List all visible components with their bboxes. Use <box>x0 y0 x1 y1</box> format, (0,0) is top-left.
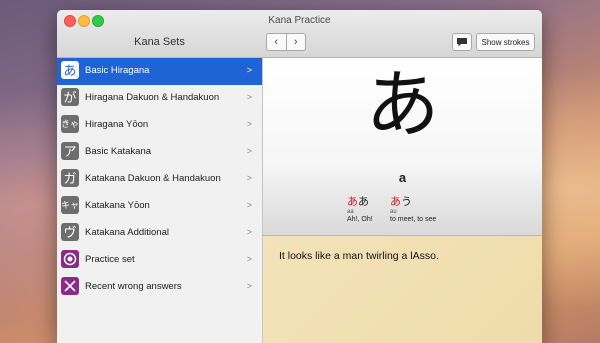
chevron-right-icon: > <box>246 200 252 210</box>
sidebar-item-katakana-yoon[interactable]: キャ Katakana Yōon > <box>57 193 262 220</box>
chevron-right-icon: > <box>246 254 252 264</box>
speak-button[interactable] <box>452 33 472 51</box>
hiragana-ga-icon: が <box>61 88 79 106</box>
sidebar-item-label: Recent wrong answers <box>85 281 182 292</box>
example-kana-rest: う <box>401 196 412 208</box>
mnemonic-text: It looks like a man twirling a lAsso. <box>279 250 439 262</box>
app-window: Kana Practice Kana Sets ‹ › Show strokes… <box>57 10 542 343</box>
chevron-right-icon: > <box>246 65 252 75</box>
forward-button[interactable]: › <box>285 34 306 50</box>
chevron-right-icon: > <box>246 173 252 183</box>
sidebar-item-basic-katakana[interactable]: ア Basic Katakana > <box>57 139 262 166</box>
chevron-right-icon: > <box>246 92 252 102</box>
target-icon <box>61 250 79 268</box>
kana-sets-sidebar: あ Basic Hiragana > が Hiragana Dakuon & H… <box>57 58 263 343</box>
mnemonic-note: It looks like a man twirling a lAsso. <box>263 236 542 343</box>
example-romaji: au <box>390 209 397 215</box>
sidebar-item-label: Basic Hiragana <box>85 65 150 76</box>
sidebar-title: Kana Sets <box>134 36 185 48</box>
sidebar-item-recent-wrong-answers[interactable]: Recent wrong answers > <box>57 274 262 301</box>
sidebar-item-label: Hiragana Dakuon & Handakuon <box>85 92 220 103</box>
katakana-vu-icon: ヴ <box>61 223 79 241</box>
chevron-right-icon: > <box>246 146 252 156</box>
example-kana: あう <box>390 193 436 209</box>
hiragana-kya-icon: きゃ <box>61 115 79 133</box>
chevron-right-icon: > <box>246 281 252 291</box>
example-kana-highlight: あ <box>390 196 401 208</box>
titlebar: Kana Practice Kana Sets ‹ › Show strokes <box>57 10 542 58</box>
chevron-right-icon: > <box>246 119 252 129</box>
hiragana-a-icon: あ <box>61 61 79 79</box>
window-title: Kana Practice <box>268 15 331 26</box>
katakana-kya-icon: キャ <box>61 196 79 214</box>
kana-character: あ <box>365 63 440 146</box>
example-kana-rest: あ <box>358 196 369 208</box>
example-kana-highlight: あ <box>347 196 358 208</box>
show-strokes-button[interactable]: Show strokes <box>476 33 535 51</box>
navigation-buttons: ‹ › <box>266 33 306 51</box>
sidebar-item-label: Katakana Additional <box>85 227 169 238</box>
back-button[interactable]: ‹ <box>267 34 286 50</box>
sidebar-item-label: Practice set <box>85 254 135 265</box>
example-romaji: aa <box>347 209 354 215</box>
kana-card: あ a ああ aa Ah!, Oh! あう au to meet, to see <box>263 58 542 236</box>
sidebar-item-katakana-additional[interactable]: ヴ Katakana Additional > <box>57 220 262 247</box>
sidebar-item-hiragana-dakuon[interactable]: が Hiragana Dakuon & Handakuon > <box>57 85 262 112</box>
chevron-right-icon: > <box>246 227 252 237</box>
example-meaning: Ah!, Oh! <box>347 216 373 223</box>
katakana-ga-icon: ガ <box>61 169 79 187</box>
sidebar-item-practice-set[interactable]: Practice set > <box>57 247 262 274</box>
katakana-a-icon: ア <box>61 142 79 160</box>
sidebar-item-katakana-dakuon[interactable]: ガ Katakana Dakuon & Handakuon > <box>57 166 262 193</box>
example-word: あう au to meet, to see <box>390 193 436 223</box>
sidebar-item-label: Hiragana Yōon <box>85 119 149 130</box>
kana-romaji: a <box>398 170 407 185</box>
sidebar-item-label: Katakana Yōon <box>85 200 150 211</box>
sidebar-item-label: Katakana Dakuon & Handakuon <box>85 173 221 184</box>
sidebar-item-hiragana-yoon[interactable]: きゃ Hiragana Yōon > <box>57 112 262 139</box>
example-meaning: to meet, to see <box>390 216 437 223</box>
speech-bubble-icon <box>457 38 467 47</box>
sidebar-item-label: Basic Katakana <box>85 146 152 157</box>
sidebar-item-basic-hiragana[interactable]: あ Basic Hiragana > <box>57 58 262 85</box>
example-word: ああ aa Ah!, Oh! <box>347 193 373 223</box>
x-icon <box>61 277 79 295</box>
example-kana: ああ <box>347 193 373 209</box>
